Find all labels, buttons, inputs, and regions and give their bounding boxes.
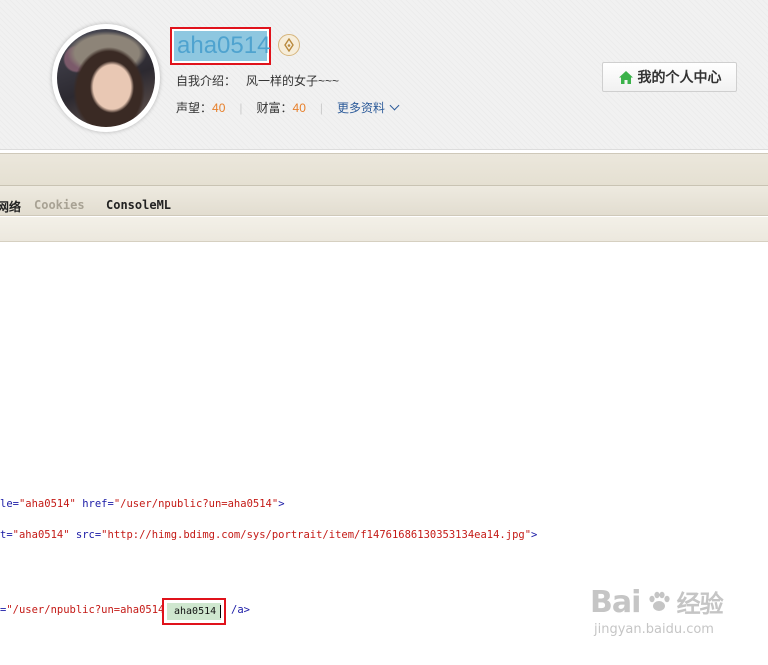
wealth-value: 40 bbox=[292, 100, 306, 115]
selected-node-value: aha0514 bbox=[174, 606, 217, 617]
intro-line: 自我介绍： 风一样的女子~~~ bbox=[176, 72, 339, 89]
watermark-brand: Bai bbox=[590, 585, 641, 620]
code-line-anchor[interactable]: ="/user/npublic?un=aha0514" bbox=[0, 604, 171, 616]
wealth-label: 财富： bbox=[256, 101, 293, 115]
reputation-value: 40 bbox=[212, 100, 226, 115]
code-value: "/user/npublic?un=aha0514" bbox=[113, 498, 279, 510]
code-line-img[interactable]: t="aha0514" src="http://himg.bdimg.com/s… bbox=[0, 529, 537, 541]
selected-text-highlight-box: aha0514 bbox=[162, 598, 226, 625]
code-tag: /a> bbox=[231, 604, 250, 616]
tab-network[interactable]: 网络 bbox=[0, 198, 21, 215]
reputation-label: 声望： bbox=[176, 101, 213, 115]
home-icon bbox=[618, 70, 633, 84]
code-value: "aha0514" bbox=[12, 529, 70, 541]
code-value: "http://himg.bdimg.com/sys/portrait/item… bbox=[101, 529, 532, 541]
code-tag: > bbox=[278, 498, 285, 510]
devtools-tab-bar: 网络 Cookies ConsoleML bbox=[0, 186, 768, 216]
code-value: "/user/npublic?un=aha0514" bbox=[6, 604, 171, 616]
code-attr: t= bbox=[0, 529, 13, 541]
avatar[interactable] bbox=[52, 24, 160, 132]
intro-label: 自我介绍： bbox=[176, 74, 237, 88]
watermark-brand-suffix: 经验 bbox=[676, 590, 724, 618]
code-value: "aha0514" bbox=[18, 498, 76, 510]
code-tag: > bbox=[531, 529, 538, 541]
divider: | bbox=[239, 100, 243, 115]
user-avatar-image[interactable] bbox=[57, 29, 155, 127]
code-attr: href= bbox=[75, 498, 114, 510]
tab-consoleml[interactable]: ConsoleML bbox=[106, 198, 171, 212]
code-line-link[interactable]: le="aha0514" href="/user/npublic?un=aha0… bbox=[0, 498, 285, 510]
username-highlight-box: aha0514 bbox=[170, 27, 271, 65]
code-line-anchor-close: /a> bbox=[231, 604, 250, 616]
my-personal-center-label: 我的个人中心 bbox=[637, 69, 722, 85]
code-attr: src= bbox=[69, 529, 102, 541]
intro-value: 风一样的女子~~~ bbox=[246, 74, 340, 88]
baidu-jingyan-watermark: Bai 经验 jingyan.baidu.com bbox=[590, 584, 724, 637]
stats-row: 声望： 40 | 财富： 40 | 更多资料 bbox=[176, 99, 400, 116]
divider: | bbox=[319, 100, 323, 115]
text-caret bbox=[220, 605, 221, 618]
code-attr: le= bbox=[0, 498, 19, 510]
devtools-toolbar bbox=[0, 153, 768, 186]
devtools-subtoolbar bbox=[0, 217, 768, 242]
username[interactable]: aha0514 bbox=[174, 31, 270, 61]
more-info-link[interactable]: 更多资料 bbox=[337, 99, 385, 116]
my-personal-center-button[interactable]: 我的个人中心 bbox=[602, 62, 737, 92]
selected-node-text[interactable]: aha0514 bbox=[167, 603, 221, 620]
watermark-site: jingyan.baidu.com bbox=[594, 622, 714, 637]
chevron-down-icon[interactable] bbox=[389, 100, 400, 111]
pen-nib-badge-icon[interactable] bbox=[278, 34, 300, 56]
profile-header: aha0514 自我介绍： 风一样的女子~~~ 声望： 40 | 财富： 40 |… bbox=[0, 0, 768, 150]
paw-icon bbox=[648, 591, 670, 611]
tab-cookies[interactable]: Cookies bbox=[34, 198, 85, 212]
